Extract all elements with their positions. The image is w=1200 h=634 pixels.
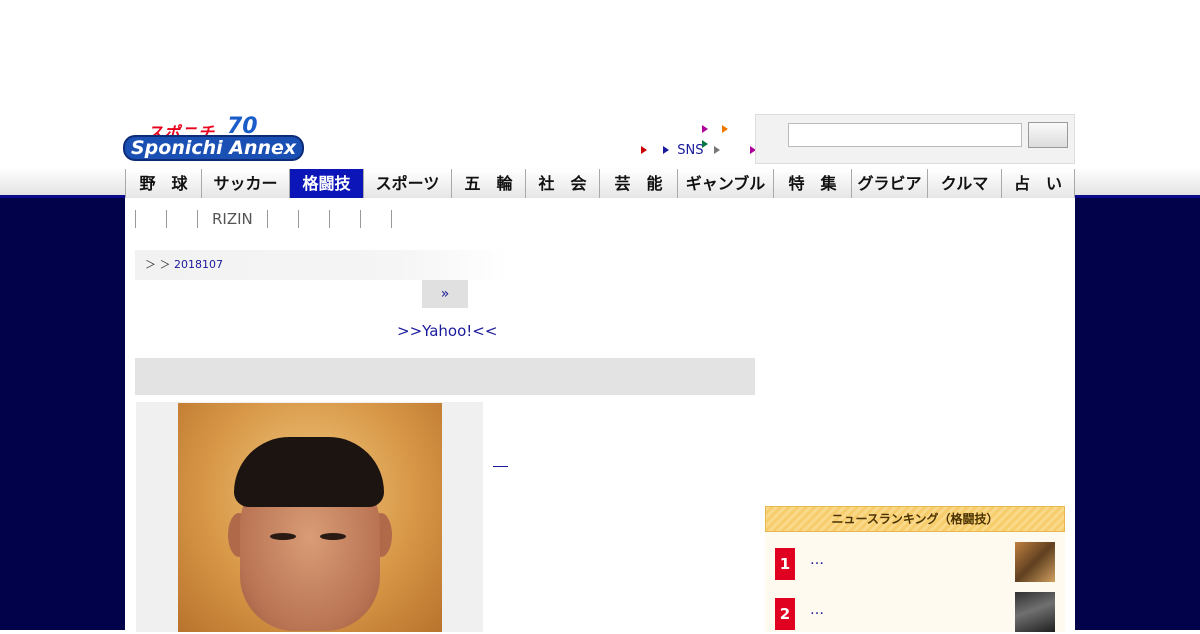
rank-text[interactable]: … xyxy=(810,602,824,618)
divider xyxy=(297,210,299,228)
nav-olympics[interactable]: 五 輪 xyxy=(452,169,526,198)
search-button[interactable] xyxy=(1028,122,1068,148)
main-content: RIZIN ＞ ＞ 2018107 » >>Yahoo!<< ニュースランキング… xyxy=(125,198,1075,632)
triangle-icon[interactable] xyxy=(702,125,708,133)
breadcrumb-prefix[interactable]: ＞ ＞ xyxy=(145,258,171,271)
site-logo[interactable]: スポニチ 70 Sponichi Annex xyxy=(125,114,320,163)
next-page-button[interactable]: » xyxy=(422,280,468,308)
header-links-row2: SNS xyxy=(641,143,760,158)
ranking-list: 1 … 2 … xyxy=(765,532,1065,632)
photo-hair xyxy=(234,437,384,507)
divider xyxy=(135,210,136,228)
breadcrumb-date[interactable]: 2018107 xyxy=(174,258,223,271)
nav-baseball[interactable]: 野 球 xyxy=(125,169,202,198)
nav-entertainment[interactable]: 芸 能 xyxy=(600,169,678,198)
photo-eye xyxy=(270,533,296,540)
nav-gravure[interactable]: グラビア xyxy=(852,169,928,198)
sub-nav-rizin[interactable]: RIZIN xyxy=(198,210,267,228)
rank-text[interactable]: … xyxy=(810,552,824,568)
yahoo-link[interactable]: >>Yahoo!<< xyxy=(397,322,497,340)
divider xyxy=(328,210,330,228)
rank-thumbnail-icon[interactable] xyxy=(1015,542,1055,582)
triangle-icon[interactable] xyxy=(713,146,720,154)
header-links: SNS xyxy=(635,118,756,164)
main-nav: 野 球 サッカー 格闘技 スポーツ 五 輪 社 会 芸 能 ギャンブル 特 集 … xyxy=(125,169,1075,198)
breadcrumb: ＞ ＞ 2018107 xyxy=(135,250,510,280)
divider xyxy=(390,210,392,228)
search-input[interactable] xyxy=(788,123,1022,147)
rank-number: 2 xyxy=(775,598,795,630)
sub-nav: RIZIN xyxy=(135,208,392,230)
nav-soccer[interactable]: サッカー xyxy=(202,169,290,198)
logo-anniversary: 70 xyxy=(227,114,258,139)
triangle-icon[interactable] xyxy=(641,146,647,154)
nav-fortune[interactable]: 占 い xyxy=(1002,169,1075,198)
triangle-icon[interactable] xyxy=(722,125,729,133)
nav-car[interactable]: クルマ xyxy=(928,169,1002,198)
triangle-icon xyxy=(663,146,670,154)
rank-thumbnail-icon[interactable] xyxy=(1015,592,1055,632)
article-photo-frame xyxy=(136,402,483,632)
nav-feature[interactable]: 特 集 xyxy=(774,169,852,198)
photo-eye xyxy=(320,533,346,540)
sns-link[interactable]: SNS xyxy=(677,143,703,158)
nav-fighting[interactable]: 格闘技 xyxy=(290,169,364,198)
divider xyxy=(166,210,167,228)
headline-bar xyxy=(135,358,755,395)
nav-society[interactable]: 社 会 xyxy=(526,169,600,198)
nav-gamble[interactable]: ギャンブル xyxy=(678,169,774,198)
rank-number: 1 xyxy=(775,548,795,580)
logo-bottom-text: Sponichi Annex xyxy=(125,137,303,159)
search-box xyxy=(755,114,1075,164)
nav-sports[interactable]: スポーツ xyxy=(364,169,452,198)
ranking-item[interactable]: 2 … xyxy=(765,590,1065,634)
article-photo[interactable] xyxy=(178,403,442,632)
ranking-header: ニュースランキング（格闘技） xyxy=(765,506,1065,532)
article-link[interactable] xyxy=(493,466,508,467)
divider xyxy=(359,210,361,228)
divider xyxy=(266,210,268,228)
ranking-item[interactable]: 1 … xyxy=(765,540,1065,584)
